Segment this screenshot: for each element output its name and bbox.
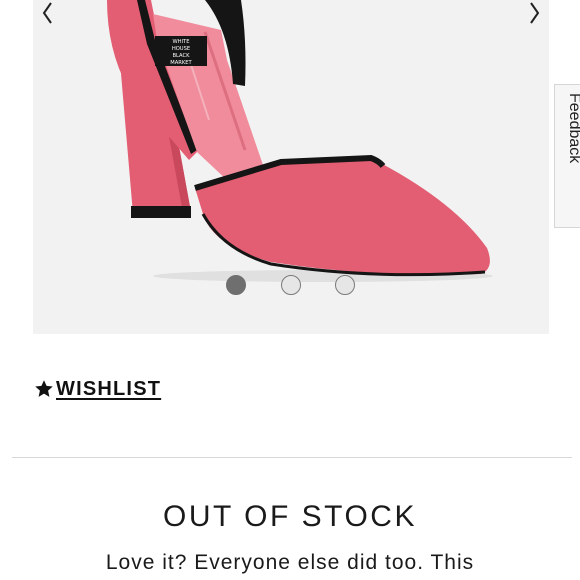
- stock-status-message: Love it? Everyone else did too. This: [105, 551, 475, 574]
- svg-text:HOUSE: HOUSE: [172, 46, 190, 52]
- feedback-tab[interactable]: Feedback: [554, 84, 580, 228]
- section-divider: [12, 457, 572, 458]
- stock-status-heading: OUT OF STOCK: [163, 500, 417, 533]
- carousel-dot-3[interactable]: [335, 275, 355, 295]
- carousel-pagination: [0, 275, 580, 299]
- wishlist-button[interactable]: WISHLIST: [34, 376, 161, 402]
- chevron-right-icon[interactable]: [522, 0, 546, 30]
- feedback-label: Feedback: [566, 93, 580, 164]
- svg-text:WHITE: WHITE: [172, 39, 189, 45]
- star-icon: [35, 380, 53, 397]
- svg-text:BLACK: BLACK: [172, 53, 190, 59]
- wishlist-label: WISHLIST: [56, 377, 162, 400]
- carousel-dot-1[interactable]: [226, 275, 246, 295]
- svg-text:MARKET: MARKET: [170, 60, 192, 66]
- carousel-dot-2[interactable]: [281, 275, 301, 295]
- brand-tag: WHITE HOUSE BLACK MARKET: [155, 36, 207, 66]
- chevron-left-icon[interactable]: [36, 0, 60, 30]
